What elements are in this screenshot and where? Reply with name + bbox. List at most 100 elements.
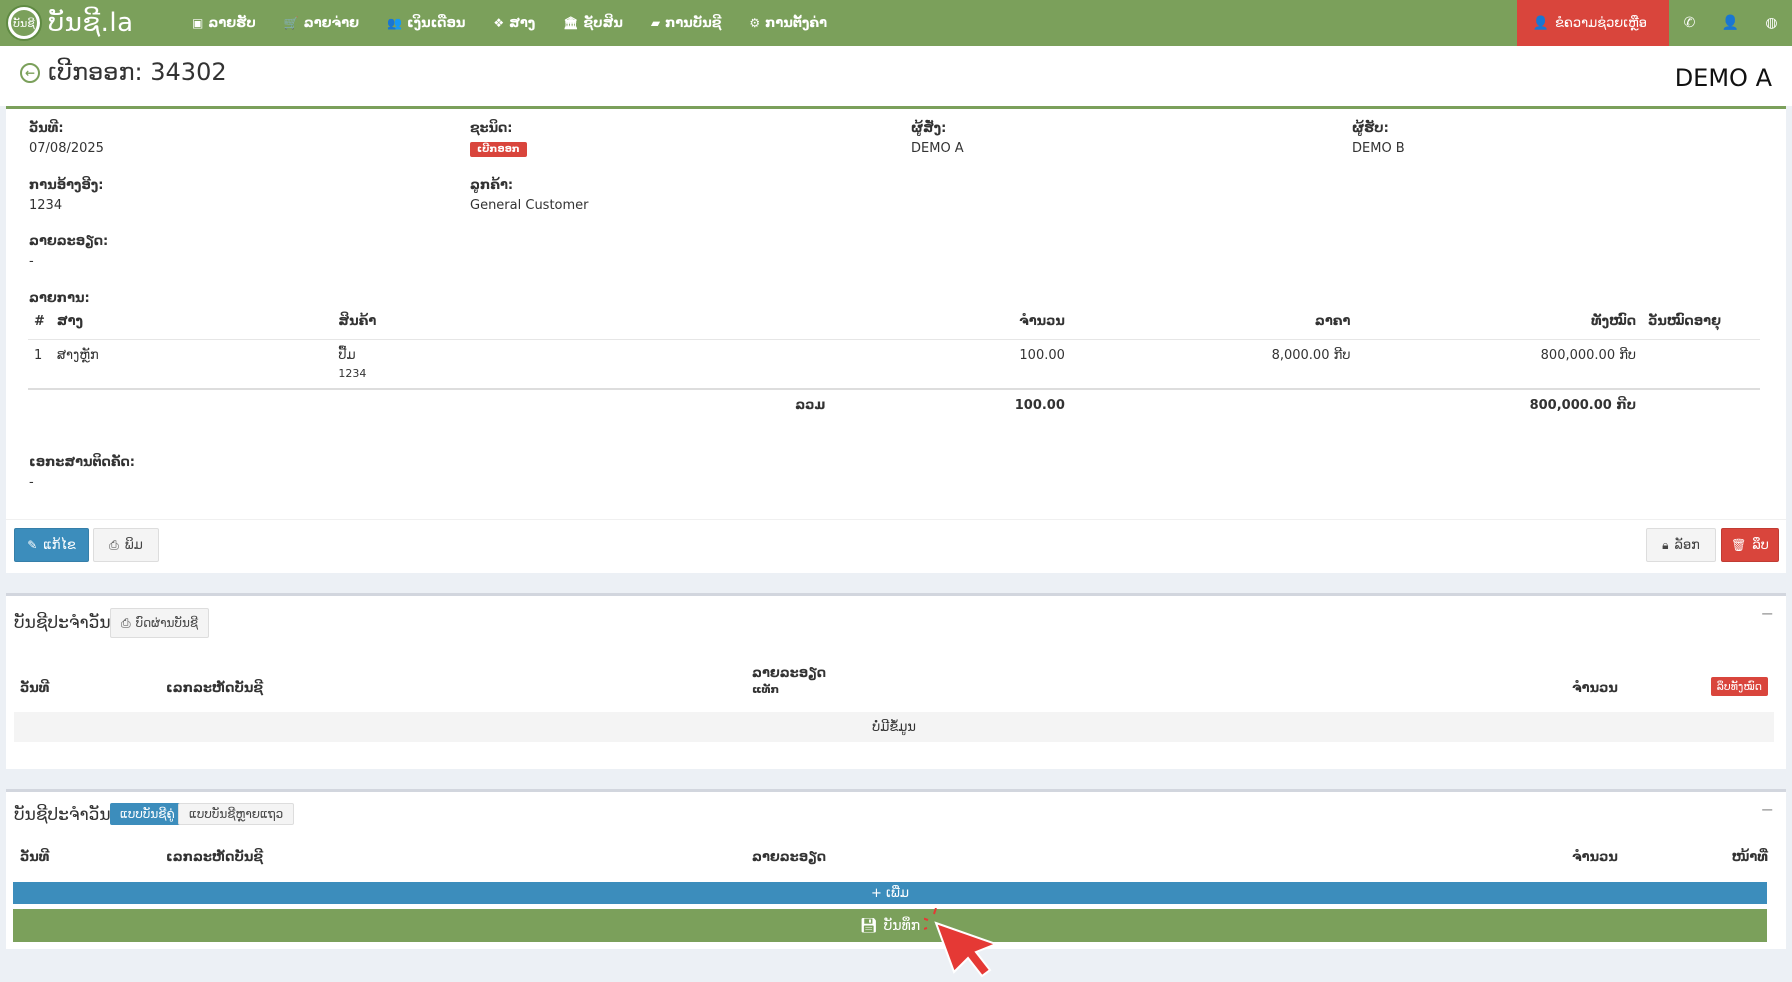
brand-logo-link[interactable]: ບັນຊີ ບັນຊີ.la	[0, 0, 178, 46]
whatsapp-icon[interactable]: ✆	[1669, 0, 1710, 46]
buyer-label: ຜູ້ສັ່ງ:	[911, 121, 947, 136]
globe-icon[interactable]: ◍	[1751, 0, 1792, 46]
lock-button-label: ລັອກ	[1674, 537, 1700, 553]
journal-entry-title: ບັນຊີປະຈຳວັນ	[14, 805, 111, 825]
buyer-value: DEMO A	[911, 141, 964, 156]
page-header: ← ເບີກອອກ: 34302 DEMO A	[0, 46, 1792, 106]
reference-field: ການອ້າງອີງ: 1234	[29, 178, 103, 213]
mode-multi-row-button[interactable]: ແບບບັນຊີຫຼາຍແຖວ	[178, 803, 295, 825]
nav-expense-label: ລາຍຈ່າຍ	[303, 15, 360, 31]
col-qty: ຈຳນວນ	[831, 305, 1071, 340]
col-price: ລາຄາ	[1070, 305, 1357, 340]
row-warehouse: ສາງຫຼັກ	[56, 347, 99, 363]
help-button[interactable]: 👤 ຂໍຄວາມຊ່ວຍເຫຼືອ	[1516, 0, 1669, 46]
receiver-value: DEMO B	[1352, 141, 1405, 156]
mode-double-entry-button[interactable]: ແບບບັນຊີຄູ່	[110, 803, 185, 825]
col-total: ທັງໝົດ	[1356, 305, 1643, 340]
col-side: ໜ້າທີ່	[1731, 850, 1768, 865]
support-user-icon: 👤	[1532, 15, 1550, 31]
description-label: ລາຍລະອຽດ:	[29, 234, 109, 249]
top-navbar: ບັນຊີ ບັນຊີ.la ▣ ລາຍຮັບ 🛒 ລາຍຈ່າຍ 👥 ເງິນເດື…	[0, 0, 1792, 46]
nav-expense[interactable]: 🛒 ລາຍຈ່າຍ	[270, 0, 373, 46]
reference-label: ການອ້າງອີງ:	[29, 178, 104, 193]
issue-detail-box: ວັນທີ: 07/08/2025 ຊະນິດ: ເບີກອອກ ຜູ້ສັ່ງ…	[6, 106, 1786, 573]
type-badge: ເບີກອອກ	[470, 142, 527, 157]
col-description: ລາຍລະອຽດແທັກ	[746, 666, 1566, 700]
col-amount: ຈຳນວນ	[1572, 850, 1618, 865]
main-menu: ▣ ລາຍຮັບ 🛒 ລາຍຈ່າຍ 👥 ເງິນເດືອນ ❖ ສາງ 🏛 ຊັບສິນ…	[178, 0, 841, 46]
edit-button[interactable]: ✎ ແກ້ໄຂ	[14, 528, 89, 562]
attachments-label: ເອກະສານຕິດຄັດ:	[29, 455, 135, 470]
description-field: ລາຍລະອຽດ: -	[29, 234, 108, 269]
nav-assets-label: ຊັບສິນ	[583, 15, 623, 31]
delete-button-label: ລຶບ	[1752, 537, 1769, 553]
click-cursor-icon	[924, 908, 999, 978]
col-account-number: ເລກລະຫັດບັນຊີ	[166, 850, 264, 865]
row-expiry	[1642, 339, 1760, 389]
nav-accounting[interactable]: ▰ ການບັນຊີ	[637, 0, 736, 46]
description-value: -	[29, 254, 34, 269]
customer-label: ລູກຄ້າ:	[470, 178, 514, 193]
table-row: 1 ສາງຫຼັກ ປື້ມ 1234 100.00 8,000.00 ກີບ 8…	[28, 339, 1760, 389]
nav-payroll-label: ເງິນເດືອນ	[406, 15, 466, 31]
nav-income[interactable]: ▣ ລາຍຮັບ	[178, 0, 270, 46]
items-table: # ສາງ ສິນຄ້າ ຈຳນວນ ລາຄາ ທັງໝົດ ວັນໝົດອາຍ…	[28, 305, 1760, 421]
col-date: ວັນທີ	[20, 850, 50, 865]
customer-field: ລູກຄ້າ: General Customer	[470, 178, 589, 213]
add-row-button[interactable]: + ເພີ່ມ	[13, 882, 1767, 904]
nav-income-label: ລາຍຮັບ	[208, 15, 256, 31]
col-account-number: ເລກລະຫັດບັນຊີ	[166, 681, 264, 696]
empty-state: ບໍ່ມີຂໍ້ມູນ	[14, 712, 1774, 742]
journal-print-label: ບົດຜ່ານບັນຊີ	[135, 616, 199, 630]
edit-button-label: ແກ້ໄຂ	[43, 537, 76, 553]
journal-print-button[interactable]: ⎙ ບົດຜ່ານບັນຊີ	[110, 608, 210, 638]
bank-icon: 🏛	[563, 16, 579, 30]
collapse-icon[interactable]: −	[1761, 604, 1774, 623]
nav-warehouse[interactable]: ❖ ສາງ	[479, 0, 549, 46]
col-description-label: ລາຍລະອຽດ	[752, 666, 827, 681]
row-total: 800,000.00 ກີບ	[1540, 347, 1637, 363]
buyer-field: ຜູ້ສັ່ງ: DEMO A	[911, 121, 964, 156]
save-button[interactable]: 💾︎ ບັນທຶກ	[13, 909, 1767, 942]
receiver-label: ຜູ້ຮັບ:	[1352, 121, 1389, 136]
reference-value: 1234	[29, 198, 63, 213]
lock-icon: 🔒︎	[1662, 537, 1669, 552]
delete-all-button[interactable]: ລຶບທັງໝົດ	[1710, 677, 1768, 696]
row-product-name: ປື້ມ	[338, 347, 356, 363]
col-description: ລາຍລະອຽດ	[752, 850, 827, 865]
attachments-field: ເອກະສານຕິດຄັດ: -	[29, 455, 135, 490]
print-button-label: ພິມ	[124, 537, 143, 553]
type-label: ຊະນິດ:	[470, 121, 513, 136]
nav-warehouse-label: ສາງ	[509, 15, 536, 31]
nav-payroll[interactable]: 👥 ເງິນເດືອນ	[373, 0, 479, 46]
type-field: ຊະນິດ: ເບີກອອກ	[470, 121, 527, 157]
journal-header-row: ວັນທີ ເລກລະຫັດບັນຊີ ລາຍລະອຽດ ແທັກ ຈຳນວນ ລ…	[14, 666, 1774, 700]
row-qty: 100.00	[1019, 347, 1065, 363]
detail-actions: ✎ ແກ້ໄຂ ⎙ ພິມ 🔒︎ ລັອກ 🗑︎ ລຶບ	[6, 519, 1786, 573]
collapse-icon[interactable]: −	[1761, 800, 1774, 819]
items-label: ລາຍການ:	[29, 291, 90, 306]
date-value: 07/08/2025	[29, 141, 104, 156]
print-button[interactable]: ⎙ ພິມ	[93, 528, 159, 562]
save-icon: 💾︎	[859, 917, 878, 934]
cart-icon: 🛒	[283, 16, 299, 30]
back-arrow-icon[interactable]: ←	[20, 63, 40, 83]
items-heading: ລາຍການ:	[29, 291, 90, 306]
trash-icon: 🗑︎	[1731, 538, 1747, 552]
nav-settings[interactable]: ⚙ ການຕັ້ງຄ່າ	[735, 0, 841, 46]
col-date: ວັນທີ	[20, 681, 50, 696]
date-field: ວັນທີ: 07/08/2025	[29, 121, 104, 156]
company-name: DEMO A	[1674, 64, 1772, 92]
print-icon: ⎙	[121, 615, 131, 630]
gears-icon: ⚙	[749, 16, 761, 30]
lock-button[interactable]: 🔒︎ ລັອກ	[1646, 528, 1716, 562]
receiver-field: ຜູ້ຮັບ: DEMO B	[1352, 121, 1405, 156]
user-icon[interactable]: 👤	[1710, 0, 1751, 46]
delete-button[interactable]: 🗑︎ ລຶບ	[1721, 528, 1779, 562]
date-label: ວັນທີ:	[29, 121, 64, 136]
col-tag-label: ແທັກ	[752, 683, 780, 696]
nav-assets[interactable]: 🏛 ຊັບສິນ	[549, 0, 637, 46]
brand-name: ບັນຊີ.la	[48, 8, 134, 38]
col-expiry: ວັນໝົດອາຍຸ	[1642, 305, 1760, 340]
save-button-label: ບັນທຶກ	[883, 917, 921, 934]
